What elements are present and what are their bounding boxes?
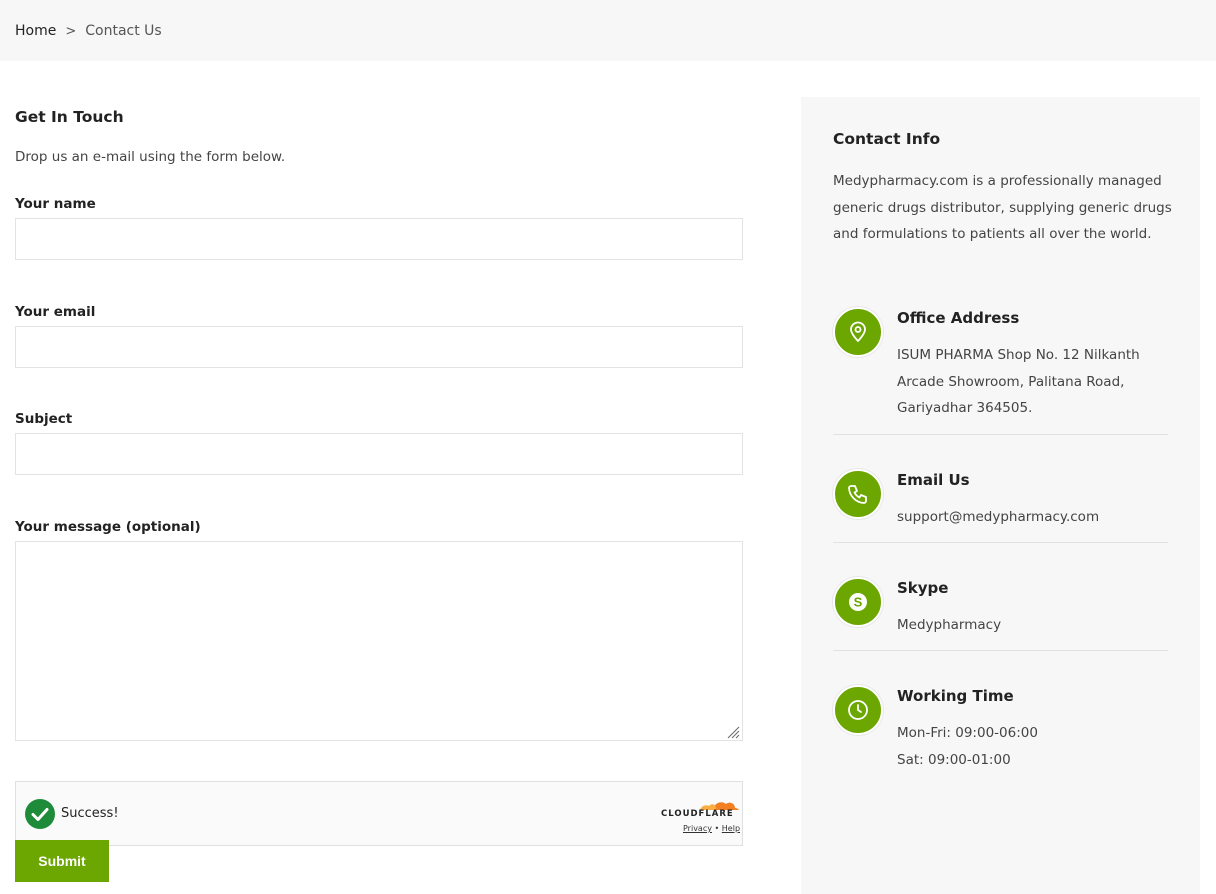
submit-button[interactable]: Submit — [15, 840, 109, 882]
info-item-office-address: Office Address ISUM PHARMA Shop No. 12 N… — [833, 307, 1168, 435]
subject-label: Subject — [15, 411, 73, 427]
office-address-text: ISUM PHARMA Shop No. 12 Nilkanth Arcade … — [897, 347, 1140, 417]
info-divider — [833, 650, 1168, 651]
name-label: Your name — [15, 196, 96, 212]
message-textarea[interactable] — [15, 541, 743, 741]
contact-info-title: Contact Info — [833, 130, 941, 148]
skype-text: Medypharmacy — [897, 617, 1002, 633]
map-pin-icon — [833, 307, 883, 357]
breadcrumb-bar: Home > Contact Us — [0, 0, 1216, 61]
email-label: Your email — [15, 304, 96, 320]
success-check-icon — [25, 799, 55, 829]
breadcrumb-home-link[interactable]: Home — [15, 23, 56, 39]
captcha-privacy-link[interactable]: Privacy — [683, 824, 712, 833]
clock-icon — [833, 685, 883, 735]
email-text[interactable]: support@medypharmacy.com — [897, 504, 1167, 531]
form-title: Get In Touch — [15, 108, 124, 126]
message-label: Your message (optional) — [15, 519, 201, 535]
working-time-title: Working Time — [897, 687, 1014, 705]
captcha-widget: Success! CLOUDFLARE Privacy • Help — [15, 781, 743, 846]
email-input[interactable] — [15, 326, 743, 368]
captcha-help-link[interactable]: Help — [722, 824, 740, 833]
working-time-saturday: Sat: 09:00-01:00 — [897, 752, 1011, 768]
contact-info-description: Medypharmacy.com is a professionally man… — [833, 173, 1172, 243]
info-item-working-time: Working Time Mon-Fri: 09:00-06:00 Sat: 0… — [833, 685, 1168, 775]
resize-grip-icon[interactable] — [727, 726, 740, 739]
info-divider — [833, 542, 1168, 543]
captcha-link-separator: • — [714, 824, 720, 833]
email-title: Email Us — [897, 471, 970, 489]
svg-text:S: S — [854, 595, 863, 610]
office-address-title: Office Address — [897, 309, 1020, 327]
captcha-status: Success! — [61, 806, 119, 821]
captcha-links: Privacy • Help — [683, 824, 740, 833]
cloudflare-brand: CLOUDFLARE — [661, 809, 734, 819]
skype-icon: S — [833, 577, 883, 627]
name-input[interactable] — [15, 218, 743, 260]
subject-input[interactable] — [15, 433, 743, 475]
form-intro: Drop us an e-mail using the form below. — [15, 149, 286, 165]
contact-info-panel: Contact Info Medypharmacy.com is a profe… — [801, 97, 1200, 894]
info-divider — [833, 434, 1168, 435]
skype-title: Skype — [897, 579, 949, 597]
info-item-email: Email Us support@medypharmacy.com — [833, 469, 1168, 543]
phone-icon — [833, 469, 883, 519]
breadcrumb: Home > Contact Us — [15, 23, 162, 39]
breadcrumb-current: Contact Us — [85, 23, 162, 39]
working-time-weekdays: Mon-Fri: 09:00-06:00 — [897, 725, 1038, 741]
info-item-skype: S Skype Medypharmacy — [833, 577, 1168, 651]
breadcrumb-separator: > — [65, 23, 77, 39]
